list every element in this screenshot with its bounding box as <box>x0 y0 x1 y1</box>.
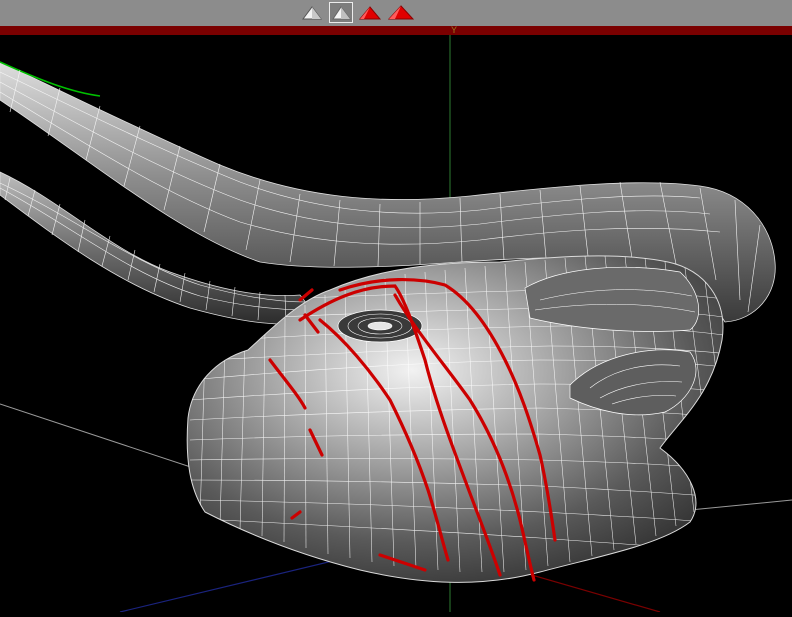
grid-line-right <box>689 499 792 511</box>
shading-textured-button[interactable] <box>388 2 414 23</box>
red-triangle-large-icon <box>388 5 414 20</box>
shading-smooth-button[interactable] <box>358 2 382 23</box>
viewport-title-strip: Y <box>0 26 792 35</box>
shading-flat-button[interactable] <box>329 2 353 23</box>
shading-wire-button[interactable] <box>300 2 324 23</box>
viewport-toolbar <box>0 0 792 27</box>
3d-viewport[interactable] <box>0 35 792 613</box>
white-triangle-framed-icon <box>332 6 351 20</box>
red-triangle-icon <box>358 6 382 20</box>
bull-brow <box>524 266 699 332</box>
scene-canvas[interactable] <box>0 35 792 613</box>
y-axis-label: Y <box>451 25 458 35</box>
white-triangle-icon <box>302 6 322 20</box>
